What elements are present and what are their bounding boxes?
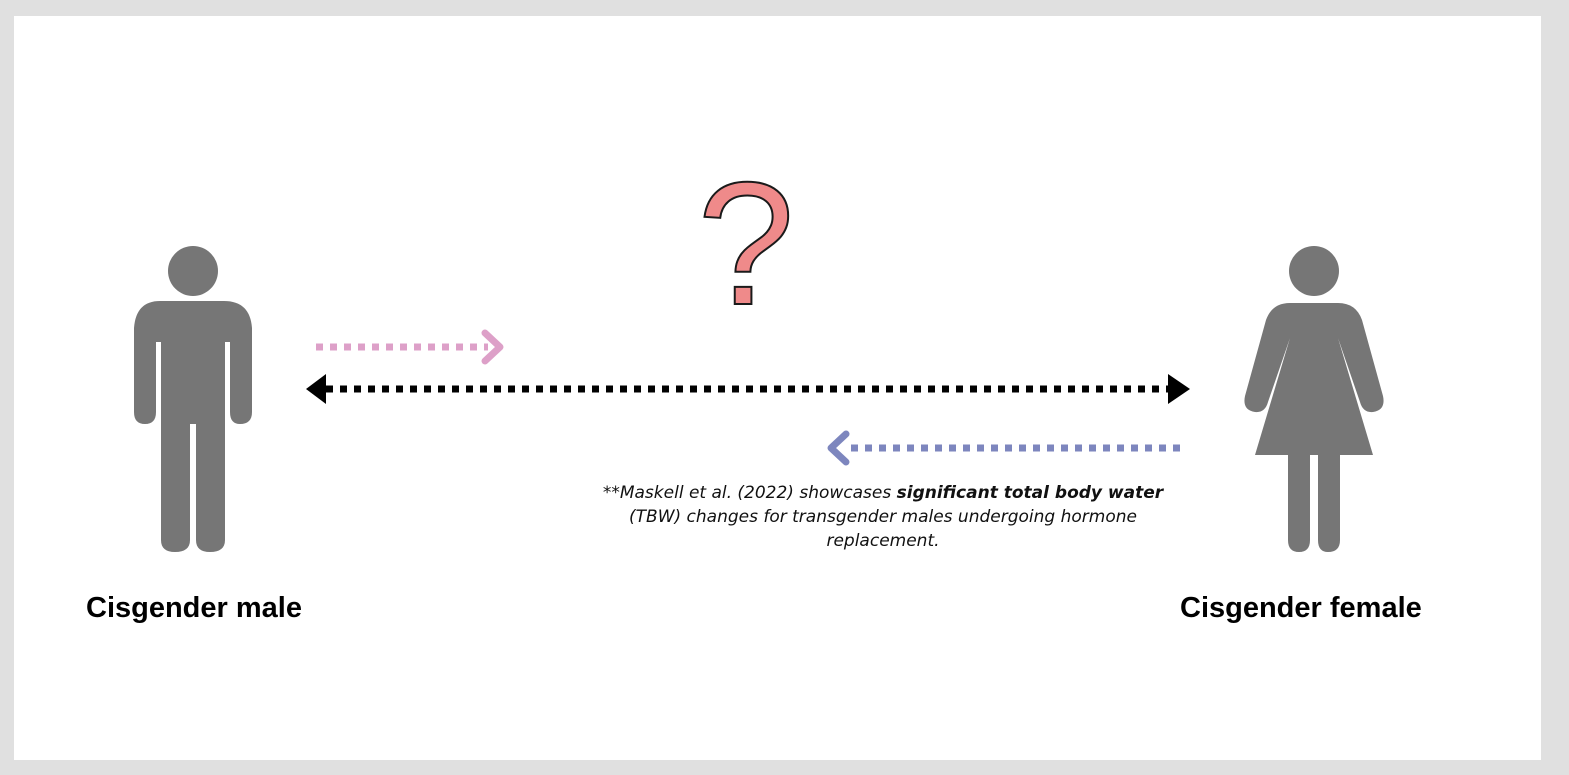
note-prefix: **Maskell et al. (2022) showcases — [602, 483, 897, 503]
diagram-art: ? — [134, 146, 1384, 552]
label-cisgender-female: Cisgender female — [1180, 592, 1422, 624]
black-double-arrow — [306, 374, 1190, 404]
male-person-icon — [134, 246, 252, 552]
pink-arrow-right — [316, 329, 504, 365]
question-mark-icon: ? — [697, 147, 794, 342]
note-emphasis: significant total body water — [896, 483, 1164, 503]
label-cisgender-male: Cisgender male — [86, 592, 302, 624]
note-suffix: (TBW) changes for transgender males unde… — [629, 507, 1137, 551]
female-person-icon — [1244, 246, 1384, 552]
blue-arrow-left — [827, 430, 1180, 466]
citation-note: **Maskell et al. (2022) showcases signif… — [598, 481, 1168, 553]
